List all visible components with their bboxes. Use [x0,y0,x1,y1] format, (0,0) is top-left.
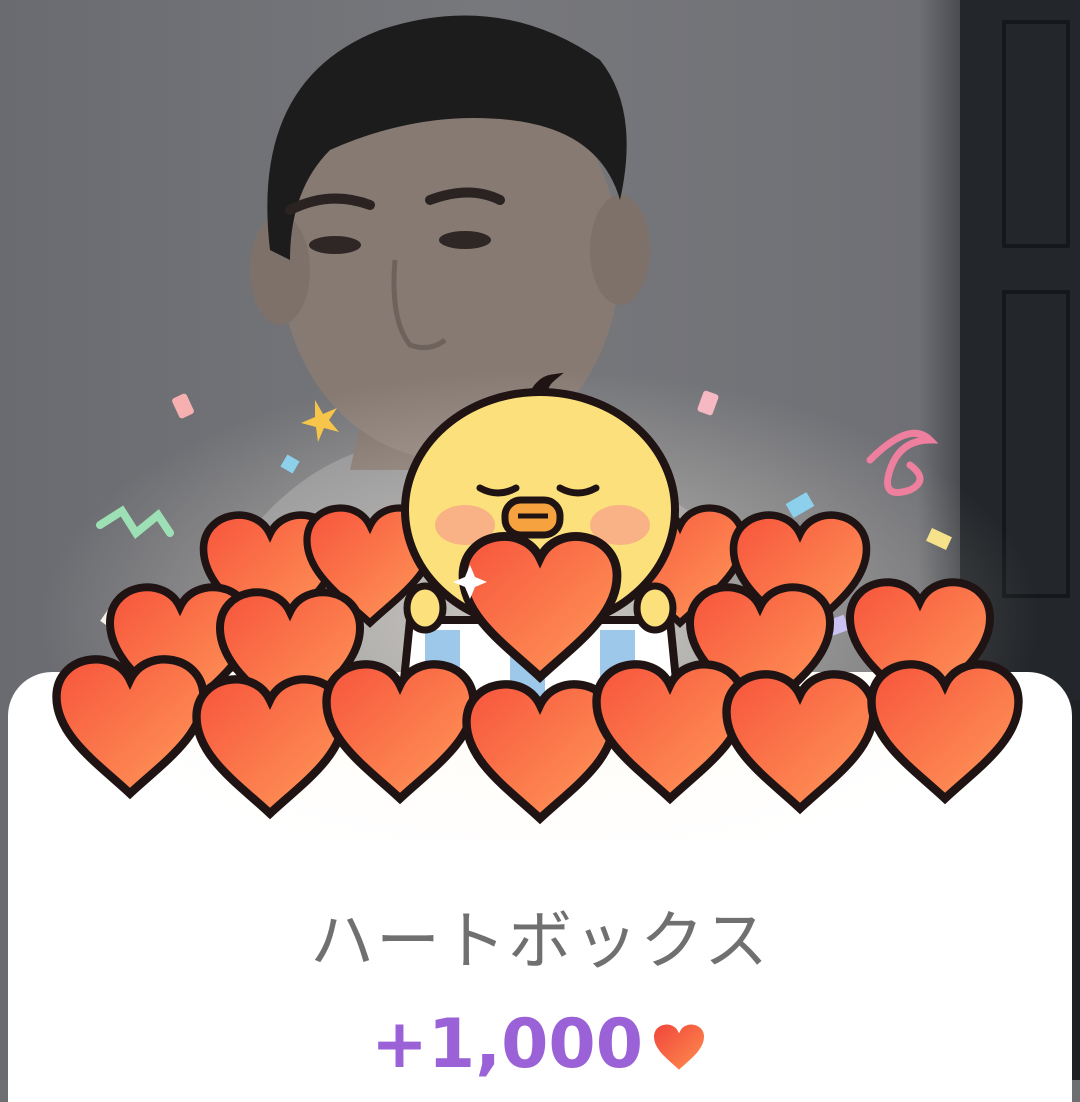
reward-amount: +1,000 [370,1005,644,1084]
card-title: ハートボックス [309,905,771,979]
chick-with-hearts-illustration [40,370,1040,840]
heart-icon [649,1011,709,1090]
door-panel [1002,20,1070,248]
reward-amount-row: +1,000 [0,1005,1080,1090]
